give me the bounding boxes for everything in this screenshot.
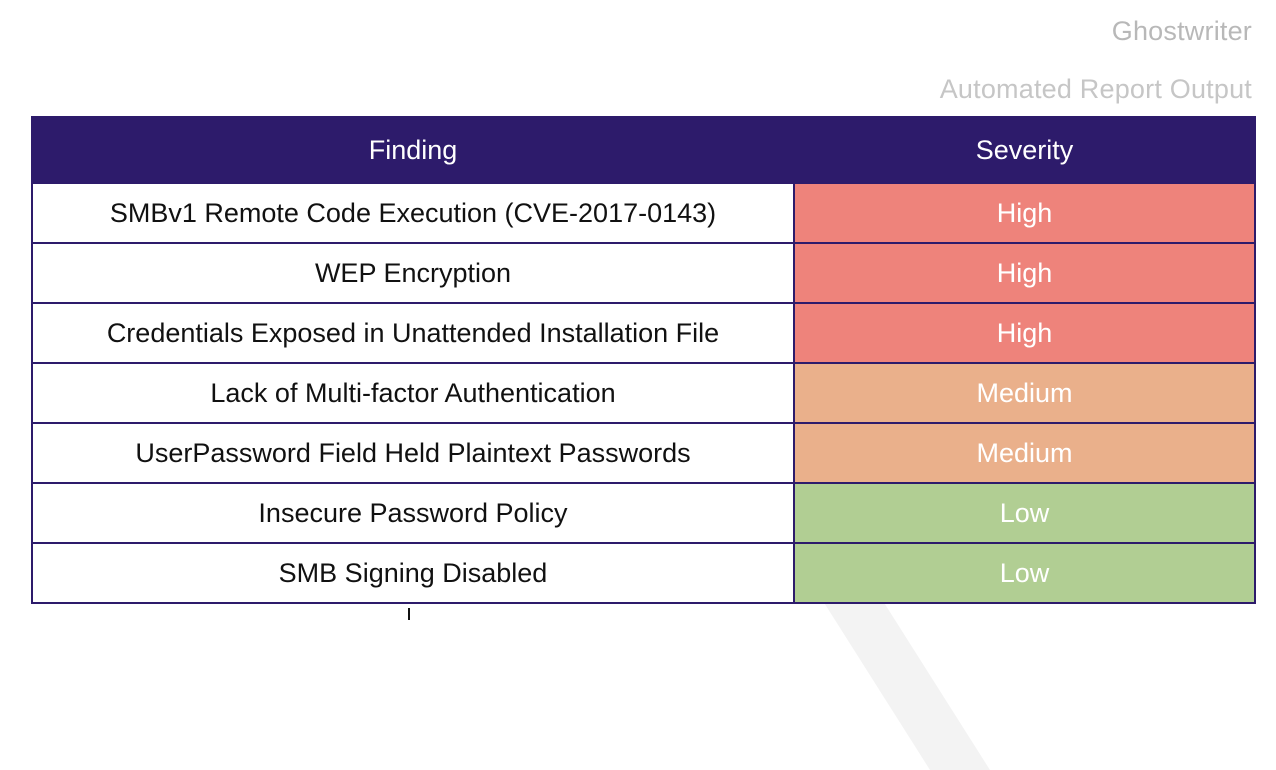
finding-cell: Credentials Exposed in Unattended Instal… bbox=[31, 302, 795, 364]
table-continuation-line bbox=[408, 608, 410, 620]
severity-column-header: Severity bbox=[793, 116, 1256, 184]
finding-column-header: Finding bbox=[31, 116, 795, 184]
table-row: Lack of Multi-factor Authentication Medi… bbox=[31, 362, 1256, 424]
finding-cell: WEP Encryption bbox=[31, 242, 795, 304]
table-header-row: Finding Severity bbox=[31, 116, 1256, 184]
table-row: SMB Signing Disabled Low bbox=[31, 542, 1256, 604]
severity-cell: Low bbox=[793, 482, 1256, 544]
finding-cell: SMBv1 Remote Code Execution (CVE-2017-01… bbox=[31, 182, 795, 244]
table-row: WEP Encryption High bbox=[31, 242, 1256, 304]
finding-cell: SMB Signing Disabled bbox=[31, 542, 795, 604]
table-row: UserPassword Field Held Plaintext Passwo… bbox=[31, 422, 1256, 484]
severity-cell: Low bbox=[793, 542, 1256, 604]
table-row: Insecure Password Policy Low bbox=[31, 482, 1256, 544]
severity-cell: High bbox=[793, 182, 1256, 244]
finding-cell: UserPassword Field Held Plaintext Passwo… bbox=[31, 422, 795, 484]
severity-cell: High bbox=[793, 302, 1256, 364]
report-subtitle: Automated Report Output bbox=[939, 74, 1252, 104]
table-row: SMBv1 Remote Code Execution (CVE-2017-01… bbox=[31, 182, 1256, 244]
finding-cell: Lack of Multi-factor Authentication bbox=[31, 362, 795, 424]
severity-cell: Medium bbox=[793, 422, 1256, 484]
findings-table: Finding Severity SMBv1 Remote Code Execu… bbox=[31, 116, 1256, 604]
severity-cell: Medium bbox=[793, 362, 1256, 424]
report-brand: Ghostwriter bbox=[1111, 16, 1252, 46]
table-row: Credentials Exposed in Unattended Instal… bbox=[31, 302, 1256, 364]
severity-cell: High bbox=[793, 242, 1256, 304]
finding-cell: Insecure Password Policy bbox=[31, 482, 795, 544]
